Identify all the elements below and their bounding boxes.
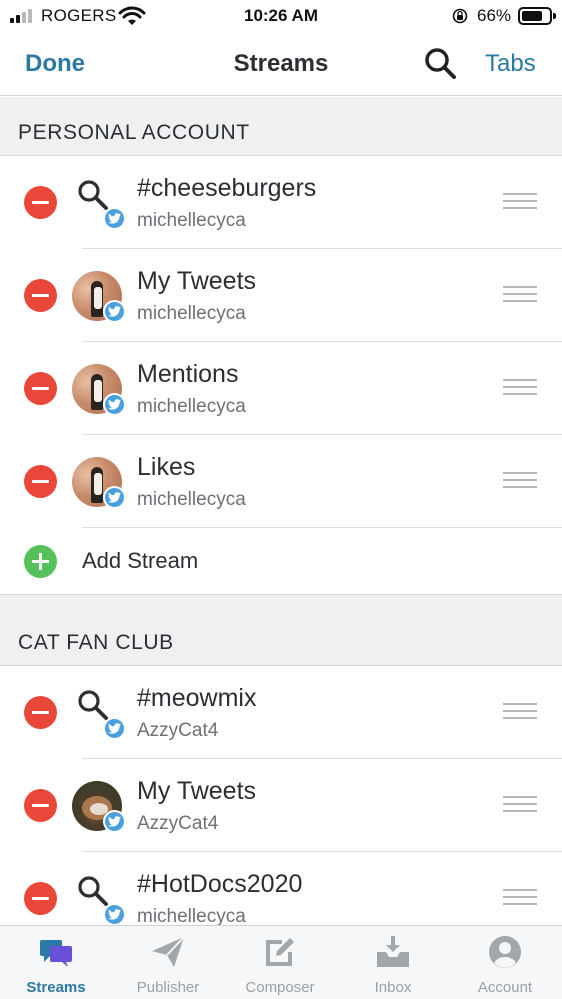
twitter-icon [103, 393, 126, 416]
remove-stream-button[interactable] [24, 372, 57, 405]
stream-username: michellecyca [137, 396, 246, 417]
section-title: CAT FAN CLUB [18, 631, 174, 654]
tab-label: Streams [26, 979, 86, 996]
drag-handle-icon[interactable] [503, 889, 537, 907]
remove-stream-button[interactable] [24, 882, 57, 915]
compose-icon [266, 938, 294, 966]
streams-icon [40, 940, 72, 967]
tab-streams[interactable]: Streams [0, 926, 112, 999]
remove-stream-button[interactable] [24, 186, 57, 219]
stream-type-icon [72, 455, 126, 509]
stream-row[interactable]: Likes michellecyca [0, 435, 562, 528]
twitter-icon [103, 903, 126, 926]
stream-name: #cheeseburgers [137, 174, 317, 202]
stream-name: My Tweets [137, 777, 257, 805]
add-stream-label[interactable]: Add Stream [82, 548, 198, 574]
stream-type-icon [72, 872, 126, 926]
drag-handle-icon[interactable] [503, 286, 537, 304]
twitter-icon [103, 486, 126, 509]
stream-username: AzzyCat4 [137, 720, 219, 741]
remove-stream-button[interactable] [24, 696, 57, 729]
orientation-lock-icon [452, 8, 468, 24]
tab-account[interactable]: Account [449, 926, 561, 999]
stream-row[interactable]: #meowmix AzzyCat4 [0, 666, 562, 759]
stream-type-icon [72, 686, 126, 740]
add-stream-row[interactable]: Add Stream [0, 528, 562, 594]
paper-plane-icon [152, 936, 185, 967]
drag-handle-icon[interactable] [503, 703, 537, 721]
tab-bar: Streams Publisher Composer Inbox Account [0, 925, 562, 999]
tabs-button[interactable]: Tabs [485, 50, 536, 78]
stream-row[interactable]: My Tweets AzzyCat4 [0, 759, 562, 852]
account-icon [489, 936, 521, 968]
stream-username: michellecyca [137, 303, 246, 324]
twitter-icon [103, 717, 126, 740]
stream-username: michellecyca [137, 489, 246, 510]
remove-stream-button[interactable] [24, 465, 57, 498]
twitter-icon [103, 300, 126, 323]
section-header-personal-account: PERSONAL ACCOUNT [0, 97, 562, 156]
stream-row[interactable]: Mentions michellecyca [0, 342, 562, 435]
tab-label: Publisher [136, 979, 200, 996]
tab-label: Account [477, 979, 533, 996]
stream-username: michellecyca [137, 210, 246, 231]
tab-label: Inbox [374, 979, 412, 996]
add-stream-button[interactable] [24, 545, 57, 578]
section-header-cat-fan-club: CAT FAN CLUB [0, 594, 562, 666]
search-icon[interactable] [423, 46, 457, 80]
stream-name: Mentions [137, 360, 239, 388]
inbox-icon [377, 936, 409, 967]
stream-type-icon [72, 362, 126, 416]
stream-username: AzzyCat4 [137, 813, 219, 834]
stream-name: Likes [137, 453, 196, 481]
stream-type-icon [72, 176, 126, 230]
twitter-icon [103, 810, 126, 833]
tab-publisher[interactable]: Publisher [112, 926, 224, 999]
tab-inbox[interactable]: Inbox [337, 926, 449, 999]
stream-name: My Tweets [137, 267, 257, 295]
page-title: Streams [233, 50, 329, 77]
stream-row[interactable]: My Tweets michellecyca [0, 249, 562, 342]
stream-name: #HotDocs2020 [137, 870, 303, 898]
remove-stream-button[interactable] [24, 789, 57, 822]
tab-label: Composer [245, 979, 315, 996]
stream-type-icon [72, 269, 126, 323]
drag-handle-icon[interactable] [503, 379, 537, 397]
stream-row[interactable]: #cheeseburgers michellecyca [0, 156, 562, 249]
section-title: PERSONAL ACCOUNT [18, 121, 250, 144]
stream-name: #meowmix [137, 684, 257, 712]
remove-stream-button[interactable] [24, 279, 57, 312]
status-bar: ROGERS 10:26 AM 66% [0, 0, 562, 32]
drag-handle-icon[interactable] [503, 472, 537, 490]
twitter-icon [103, 207, 126, 230]
drag-handle-icon[interactable] [503, 796, 537, 814]
battery-percent: 66% [477, 6, 512, 25]
battery-icon [518, 7, 556, 25]
nav-bar: Done Streams Tabs [0, 32, 562, 96]
stream-type-icon [72, 779, 126, 833]
drag-handle-icon[interactable] [503, 193, 537, 211]
tab-composer[interactable]: Composer [224, 926, 336, 999]
